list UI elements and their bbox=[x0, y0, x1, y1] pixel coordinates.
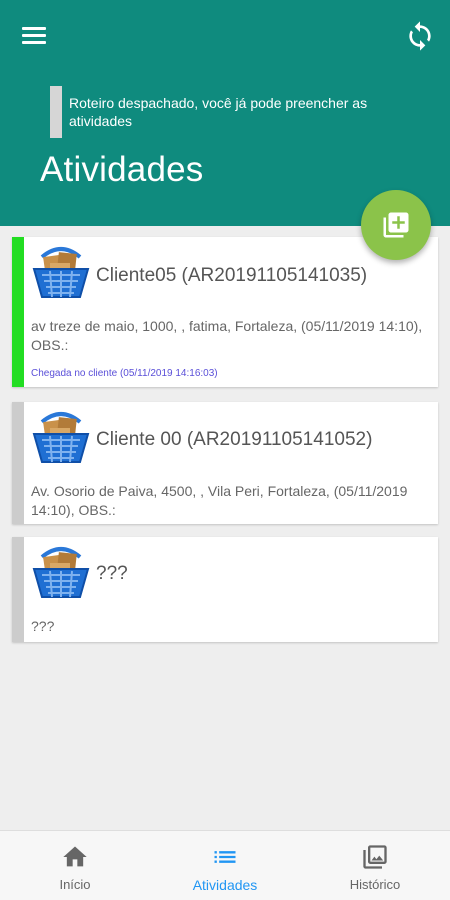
status-strip bbox=[12, 237, 24, 387]
home-icon bbox=[63, 846, 87, 867]
page-title: Atividades bbox=[40, 150, 204, 189]
status-strip bbox=[12, 537, 24, 642]
nav-label: Atividades bbox=[192, 877, 258, 893]
nav-item-atividades[interactable]: Atividades bbox=[150, 831, 300, 900]
basket-icon bbox=[32, 547, 90, 598]
add-box-icon bbox=[383, 212, 409, 238]
notice-text: Roteiro despachado, você já pode preench… bbox=[69, 95, 368, 129]
add-activity-button[interactable] bbox=[361, 190, 431, 260]
menu-icon bbox=[22, 27, 50, 44]
list-icon bbox=[214, 851, 236, 863]
nav-label: Início bbox=[59, 877, 91, 892]
dispatch-notice: Roteiro despachado, você já pode preench… bbox=[50, 86, 420, 138]
basket-icon bbox=[32, 412, 90, 463]
client-address: av treze de maio, 1000, , fatima, Fortal… bbox=[31, 318, 423, 353]
client-title: Cliente 00 (AR20191105141052) bbox=[96, 429, 373, 450]
client-address: ??? bbox=[31, 618, 55, 634]
activity-card[interactable]: Cliente 00 (AR20191105141052) Av. Osorio… bbox=[12, 402, 438, 524]
nav-item-historico[interactable]: Histórico bbox=[300, 831, 450, 900]
sync-icon bbox=[409, 21, 431, 51]
notice-bar bbox=[50, 86, 62, 138]
client-address: Av. Osorio de Paiva, 4500, , Vila Peri, … bbox=[31, 483, 408, 518]
client-title: ??? bbox=[96, 563, 128, 584]
status-strip bbox=[12, 402, 24, 524]
nav-label: Histórico bbox=[349, 877, 401, 892]
basket-icon bbox=[32, 247, 90, 298]
activity-card[interactable]: ??? ??? bbox=[12, 537, 438, 642]
arrival-status: Chegada no cliente (05/11/2019 14:16:03) bbox=[31, 368, 218, 379]
client-title: Cliente05 (AR20191105141035) bbox=[96, 265, 368, 286]
image-gallery-icon bbox=[363, 845, 387, 869]
activity-card[interactable]: Cliente05 (AR20191105141035) av treze de… bbox=[12, 237, 438, 387]
sync-button[interactable] bbox=[404, 20, 436, 52]
nav-item-inicio[interactable]: Início bbox=[0, 831, 150, 900]
menu-button[interactable] bbox=[22, 24, 50, 48]
bottom-navigation: Início Atividades Histórico bbox=[0, 830, 450, 900]
